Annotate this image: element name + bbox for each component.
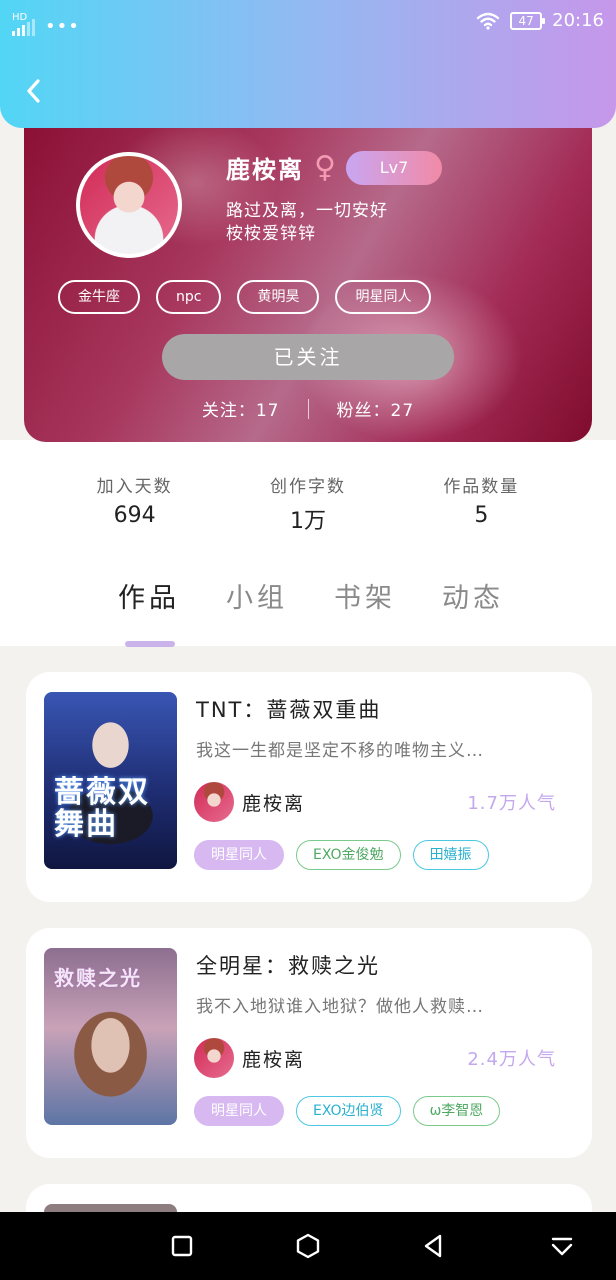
book-description: 我这一生都是坚定不移的唯物主义…	[196, 741, 484, 761]
stat-value: 5	[474, 503, 489, 528]
status-right: 47 20:16	[476, 10, 604, 31]
cover-title: 救赎之光	[54, 966, 142, 990]
book-tag[interactable]: 田嬉振	[412, 840, 489, 870]
tab-bookshelf[interactable]: 书架	[334, 576, 396, 615]
profile-tag[interactable]: 明星同人	[335, 280, 432, 314]
author-row: 鹿桉离 1.7万人气	[194, 782, 556, 822]
follow-counts: 关注：17 粉丝：27	[24, 396, 592, 421]
popularity: 1.7万人气	[467, 793, 556, 814]
book-tags: 明星同人 EXO金俊勉 田嬉振	[194, 840, 489, 870]
chevron-left-icon	[27, 79, 40, 103]
avatar[interactable]	[76, 152, 182, 258]
hexagon-icon[interactable]	[294, 1232, 322, 1260]
bio-line: 路过及离，一切安好	[226, 201, 388, 221]
stat-label: 创作字数	[269, 477, 346, 497]
tab-activity[interactable]: 动态	[442, 576, 504, 615]
tab-groups[interactable]: 小组	[226, 576, 288, 615]
name-row: 鹿桉离 ♀ Lv7	[226, 150, 442, 185]
more-dots-icon: •••	[45, 16, 80, 37]
popularity: 2.4万人气	[467, 1049, 556, 1070]
profile-tags: 金牛座 npc 黄明昊 明星同人	[58, 280, 432, 314]
book-cover[interactable]: 蔷薇双舞曲	[44, 692, 177, 869]
book-description: 我不入地狱谁入地狱？做他人救赎…	[196, 997, 484, 1017]
header-bar: HD ••• 47 20:16	[0, 0, 616, 128]
stat-works-count: 作品数量 5	[406, 472, 556, 560]
back-button[interactable]	[18, 76, 48, 106]
divider	[307, 398, 309, 419]
book-tag[interactable]: EXO金俊勉	[296, 840, 401, 870]
female-icon: ♀	[314, 149, 336, 185]
bio-line: 桉桉爱锌锌	[226, 224, 316, 244]
user-name: 鹿桉离	[226, 156, 304, 184]
profile-tag[interactable]: npc	[156, 280, 222, 314]
fans-count[interactable]: 粉丝：27	[337, 396, 415, 421]
profile-tag[interactable]: 黄明昊	[237, 280, 320, 314]
cover-title: 蔷薇双舞曲	[54, 775, 150, 842]
user-bio: 路过及离，一切安好 桉桉爱锌锌	[226, 200, 388, 246]
book-title[interactable]: 全明星：救赎之光	[196, 950, 380, 980]
follow-button[interactable]: 已关注	[162, 334, 454, 380]
stat-join-days: 加入天数 694	[60, 472, 210, 560]
stat-word-count: 创作字数 1万	[233, 472, 383, 560]
book-title[interactable]: TNT：蔷薇双重曲	[196, 694, 381, 724]
content-tabs: 作品 小组 书架 动态	[118, 576, 504, 647]
following-count[interactable]: 关注：17	[202, 396, 280, 421]
tab-works[interactable]: 作品	[118, 576, 180, 647]
author-name[interactable]: 鹿桉离	[242, 789, 305, 816]
triangle-back-icon[interactable]	[420, 1232, 448, 1260]
book-tag[interactable]: EXO边伯贤	[296, 1096, 401, 1126]
profile-card: 鹿桉离 ♀ Lv7 路过及离，一切安好 桉桉爱锌锌 金牛座 npc 黄明昊 明星…	[24, 118, 592, 442]
book-tag[interactable]: 明星同人	[194, 840, 284, 870]
download-icon[interactable]	[548, 1232, 576, 1260]
system-nav-bar	[0, 1212, 616, 1280]
hd-indicator: HD	[12, 12, 28, 23]
stat-label: 加入天数	[96, 477, 173, 497]
battery-icon: 47	[510, 11, 546, 30]
stat-value: 694	[113, 503, 156, 528]
level-badge: Lv7	[345, 150, 442, 185]
author-row: 鹿桉离 2.4万人气	[194, 1038, 556, 1078]
book-tags: 明星同人 EXO边伯贤 ω李智恩	[194, 1096, 501, 1126]
profile-tag[interactable]: 金牛座	[58, 280, 140, 314]
stats-card: 加入天数 694 创作字数 1万 作品数量 5	[48, 440, 568, 560]
clock: 20:16	[552, 10, 604, 31]
status-left: HD •••	[12, 10, 80, 36]
wifi-icon	[476, 12, 500, 30]
book-card[interactable]: 蔷薇双舞曲 TNT：蔷薇双重曲 我这一生都是坚定不移的唯物主义… 鹿桉离 1.7…	[26, 672, 592, 902]
stat-label: 作品数量	[443, 477, 520, 497]
book-tag[interactable]: ω李智恩	[412, 1096, 501, 1126]
book-card[interactable]: 救赎之光 全明星：救赎之光 我不入地狱谁入地狱？做他人救赎… 鹿桉离 2.4万人…	[26, 928, 592, 1158]
author-avatar[interactable]	[194, 1038, 234, 1078]
book-cover[interactable]: 救赎之光	[44, 948, 177, 1125]
author-avatar[interactable]	[194, 782, 234, 822]
author-name[interactable]: 鹿桉离	[242, 1045, 305, 1072]
book-tag[interactable]: 明星同人	[194, 1096, 284, 1126]
square-icon[interactable]	[168, 1232, 196, 1260]
stat-value: 1万	[289, 509, 326, 534]
